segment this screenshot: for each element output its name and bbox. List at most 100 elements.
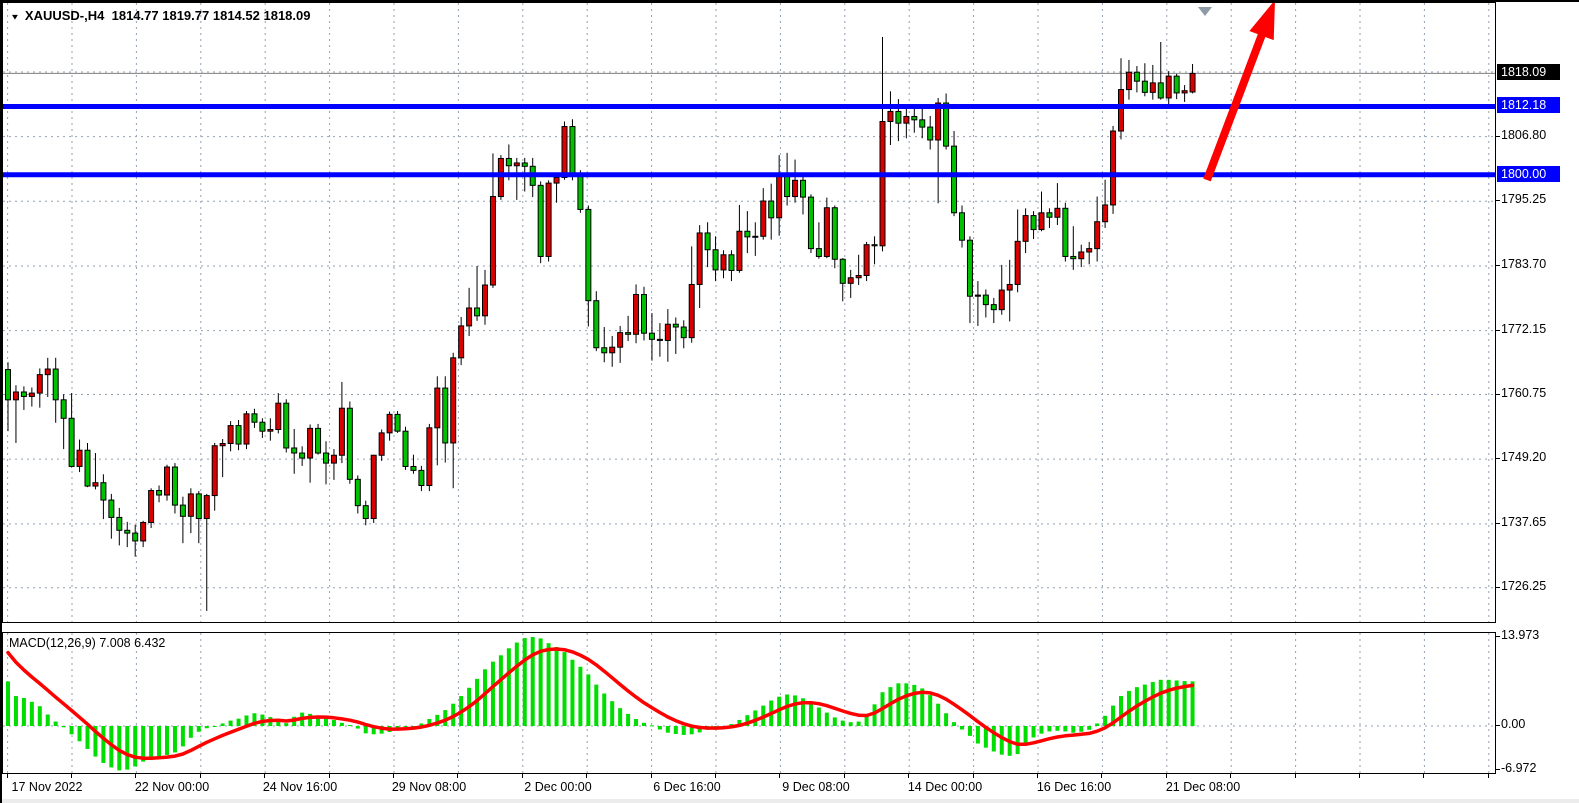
macd-bar[interactable] <box>340 723 344 726</box>
macd-bar[interactable] <box>173 726 177 752</box>
macd-bar[interactable] <box>650 725 654 726</box>
bear-candle[interactable] <box>967 240 972 296</box>
bear-candle[interactable] <box>395 414 400 431</box>
bear-candle[interactable] <box>506 158 511 165</box>
macd-bar[interactable] <box>1095 723 1099 726</box>
macd-bar[interactable] <box>499 655 503 726</box>
bull-candle[interactable] <box>514 163 519 166</box>
macd-indicator-panel[interactable]: MACD(12,26,9) 7.008 6.432 <box>2 632 1496 774</box>
macd-bar[interactable] <box>666 726 670 733</box>
bull-candle[interactable] <box>999 290 1004 310</box>
bear-candle[interactable] <box>69 418 74 466</box>
bull-candle[interactable] <box>435 388 440 428</box>
macd-bar[interactable] <box>825 713 829 726</box>
bull-candle[interactable] <box>777 173 782 218</box>
bull-candle[interactable] <box>1119 90 1124 131</box>
bull-candle[interactable] <box>379 433 384 455</box>
macd-bar[interactable] <box>785 694 789 726</box>
macd-bar[interactable] <box>936 704 940 726</box>
bear-candle[interactable] <box>236 426 241 444</box>
bull-candle[interactable] <box>975 295 980 296</box>
macd-bar[interactable] <box>1063 726 1067 731</box>
bull-candle[interactable] <box>498 158 503 196</box>
bear-candle[interactable] <box>928 127 933 140</box>
bull-candle[interactable] <box>141 522 146 540</box>
macd-bar[interactable] <box>626 714 630 726</box>
macd-bar[interactable] <box>952 722 956 726</box>
macd-bar[interactable] <box>101 726 105 763</box>
macd-bar[interactable] <box>213 726 217 727</box>
macd-bar[interactable] <box>181 726 185 746</box>
bull-candle[interactable] <box>793 180 798 196</box>
bear-candle[interactable] <box>347 408 352 479</box>
bull-candle[interactable] <box>308 428 313 458</box>
bull-candle[interactable] <box>427 428 432 486</box>
macd-bar[interactable] <box>976 726 980 744</box>
bull-candle[interactable] <box>244 414 249 444</box>
bull-candle[interactable] <box>904 116 909 123</box>
bull-candle[interactable] <box>888 111 893 121</box>
bear-candle[interactable] <box>324 453 329 463</box>
bear-candle[interactable] <box>960 213 965 240</box>
macd-signal-line[interactable] <box>8 649 1193 758</box>
bull-candle[interactable] <box>188 494 193 516</box>
bull-candle[interactable] <box>1079 252 1084 259</box>
bear-candle[interactable] <box>363 506 368 519</box>
bear-candle[interactable] <box>840 259 845 283</box>
macd-bar[interactable] <box>809 702 813 726</box>
bear-candle[interactable] <box>109 500 114 517</box>
macd-bar[interactable] <box>944 713 948 726</box>
macd-bar[interactable] <box>634 719 638 726</box>
bull-candle[interactable] <box>212 446 217 496</box>
bull-candle[interactable] <box>1103 205 1108 222</box>
macd-bar[interactable] <box>46 715 50 726</box>
bull-candle[interactable] <box>697 233 702 285</box>
macd-bar[interactable] <box>658 726 662 730</box>
macd-bar[interactable] <box>841 721 845 726</box>
macd-bar[interactable] <box>205 726 209 728</box>
macd-bar[interactable] <box>332 720 336 726</box>
bear-candle[interactable] <box>570 127 575 173</box>
bear-candle[interactable] <box>475 308 480 316</box>
macd-bar[interactable] <box>189 726 193 738</box>
bear-candle[interactable] <box>816 249 821 257</box>
macd-bar[interactable] <box>586 674 590 726</box>
bear-candle[interactable] <box>626 333 631 335</box>
macd-bar[interactable] <box>849 722 853 726</box>
bull-candle[interactable] <box>459 326 464 358</box>
macd-bar[interactable] <box>928 695 932 726</box>
bull-candle[interactable] <box>13 392 18 400</box>
bull-candle[interactable] <box>1190 73 1195 92</box>
macd-bar[interactable] <box>515 643 519 726</box>
macd-bar[interactable] <box>610 701 614 726</box>
macd-bar[interactable] <box>682 726 686 735</box>
price-axis[interactable]: 1806.801795.251783.701772.151760.751749.… <box>1496 2 1579 773</box>
macd-bar[interactable] <box>904 683 908 726</box>
bear-candle[interactable] <box>180 505 185 516</box>
bear-candle[interactable] <box>1031 216 1036 230</box>
bull-candle[interactable] <box>1087 249 1092 252</box>
macd-bar[interactable] <box>674 726 678 734</box>
macd-bar[interactable] <box>1151 682 1155 726</box>
bear-candle[interactable] <box>252 414 257 422</box>
bear-candle[interactable] <box>355 479 360 505</box>
bear-candle[interactable] <box>602 348 607 353</box>
bull-candle[interactable] <box>634 295 639 335</box>
bear-candle[interactable] <box>594 301 599 348</box>
macd-bar[interactable] <box>1055 726 1059 731</box>
bear-candle[interactable] <box>1063 208 1068 256</box>
bear-candle[interactable] <box>117 517 122 530</box>
bear-candle[interactable] <box>61 400 66 418</box>
macd-bar[interactable] <box>1191 681 1195 726</box>
macd-bar[interactable] <box>865 716 869 726</box>
bull-candle[interactable] <box>490 197 495 285</box>
macd-bar[interactable] <box>896 683 900 726</box>
macd-bar[interactable] <box>1032 726 1036 737</box>
macd-bar[interactable] <box>793 695 797 726</box>
bear-candle[interactable] <box>872 245 877 246</box>
macd-bar[interactable] <box>817 708 821 726</box>
macd-bar[interactable] <box>491 662 495 726</box>
macd-bar[interactable] <box>857 722 861 726</box>
macd-bar[interactable] <box>356 726 360 729</box>
bear-candle[interactable] <box>300 453 305 458</box>
